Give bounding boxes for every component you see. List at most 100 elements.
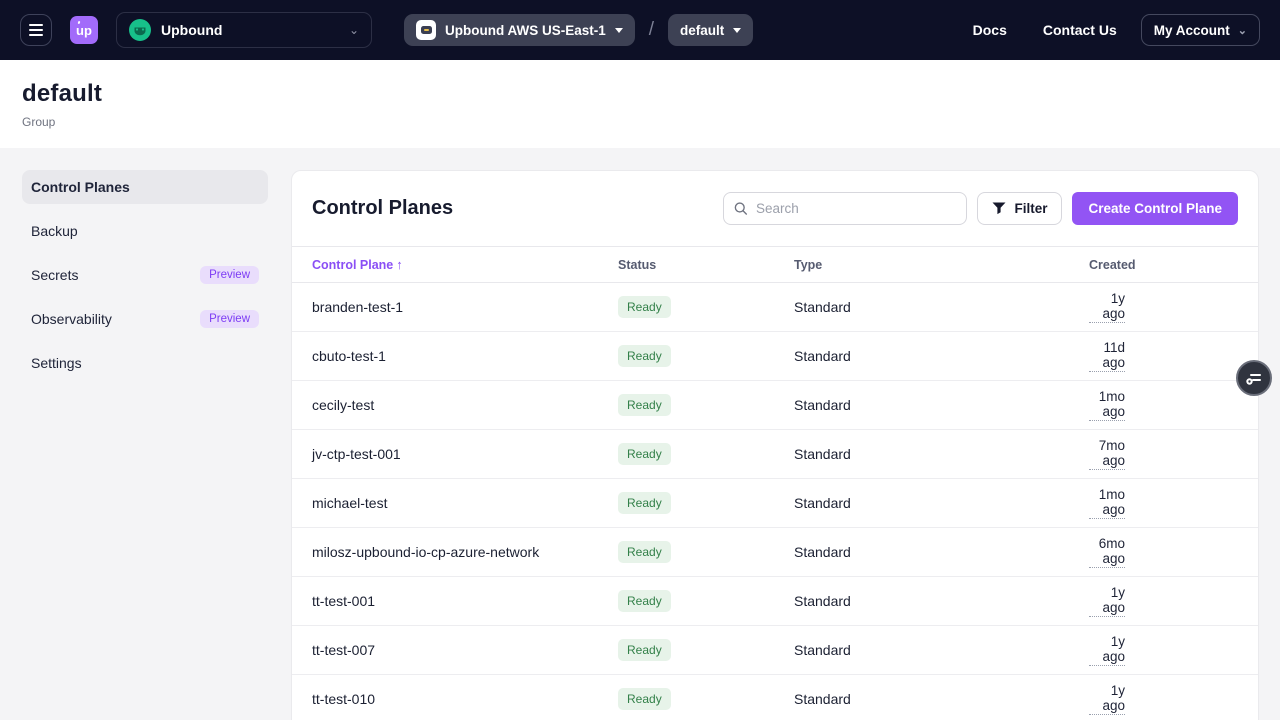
created-cell: 6mo ago (1089, 536, 1125, 568)
table-row[interactable]: branden-test-1 Ready Standard 1y ago (292, 283, 1258, 332)
column-header-created[interactable]: Created (1089, 258, 1136, 272)
created-cell: 1y ago (1089, 291, 1125, 323)
chevron-down-icon: ⌄ (1238, 24, 1247, 37)
control-plane-name: tt-test-001 (312, 593, 618, 609)
chevron-down-icon: ⌄ (349, 23, 359, 37)
control-planes-panel: Control Planes Filter Create Control Pla… (291, 170, 1259, 720)
table-row[interactable]: tt-test-001 Ready Standard 1y ago (292, 577, 1258, 626)
column-label: Control Plane (312, 258, 393, 272)
status-badge: Ready (618, 296, 671, 318)
space-icon (416, 20, 436, 40)
docs-link[interactable]: Docs (973, 22, 1007, 38)
create-control-plane-button[interactable]: Create Control Plane (1072, 192, 1238, 225)
my-account-button[interactable]: My Account ⌄ (1141, 14, 1260, 46)
search-icon (734, 201, 748, 216)
type-cell: Standard (794, 446, 1089, 462)
status-badge: Ready (618, 688, 671, 710)
filter-label: Filter (1014, 201, 1047, 216)
sidebar-item-backup[interactable]: Backup (22, 214, 268, 248)
type-cell: Standard (794, 299, 1089, 315)
table-row[interactable]: michael-test Ready Standard 1mo ago (292, 479, 1258, 528)
sidebar-item-observability[interactable]: Observability Preview (22, 302, 268, 336)
sidebar-item-label: Settings (31, 355, 82, 371)
contact-us-link[interactable]: Contact Us (1043, 22, 1117, 38)
page-subtitle: Group (22, 115, 1258, 129)
status-badge: Ready (618, 394, 671, 416)
created-cell: 11d ago (1089, 340, 1125, 372)
preview-badge: Preview (200, 310, 259, 328)
sidebar-item-settings[interactable]: Settings (22, 346, 268, 380)
status-badge: Ready (618, 590, 671, 612)
table-row[interactable]: cecily-test Ready Standard 1mo ago (292, 381, 1258, 430)
table-row[interactable]: jv-ctp-test-001 Ready Standard 7mo ago (292, 430, 1258, 479)
sidebar-item-secrets[interactable]: Secrets Preview (22, 258, 268, 292)
search-box[interactable] (723, 192, 967, 225)
control-plane-name: jv-ctp-test-001 (312, 446, 618, 462)
space-switcher-label: Upbound AWS US-East-1 (445, 23, 606, 38)
type-cell: Standard (794, 691, 1089, 707)
control-plane-name: cbuto-test-1 (312, 348, 618, 364)
page-title: default (22, 80, 1258, 108)
column-header-type[interactable]: Type (794, 258, 1089, 272)
feedback-widget-icon (1244, 368, 1264, 388)
type-cell: Standard (794, 348, 1089, 364)
type-cell: Standard (794, 544, 1089, 560)
sort-asc-icon: ↑ (396, 257, 403, 272)
table-header: Control Plane↑ Status Type Created (292, 246, 1258, 283)
navbar-links: Docs Contact Us My Account ⌄ (973, 14, 1260, 46)
caret-down-icon (615, 28, 623, 33)
caret-down-icon (733, 28, 741, 33)
type-cell: Standard (794, 593, 1089, 609)
control-plane-name: milosz-upbound-io-cp-azure-network (312, 544, 618, 560)
sidebar: Control Planes Backup Secrets Preview Ob… (0, 148, 291, 720)
sidebar-item-control-planes[interactable]: Control Planes (22, 170, 268, 204)
breadcrumb-separator: / (649, 19, 654, 41)
control-plane-name: cecily-test (312, 397, 618, 413)
space-switcher-dropdown[interactable]: Upbound AWS US-East-1 (404, 14, 635, 46)
sidebar-item-label: Backup (31, 223, 78, 239)
upbound-logo[interactable]: up (70, 16, 98, 44)
sidebar-item-label: Secrets (31, 267, 78, 283)
menu-icon[interactable] (20, 14, 52, 46)
org-switcher-dropdown[interactable]: Upbound ⌄ (116, 12, 372, 48)
filter-button[interactable]: Filter (977, 192, 1062, 225)
status-badge: Ready (618, 639, 671, 661)
control-plane-name: tt-test-010 (312, 691, 618, 707)
created-cell: 7mo ago (1089, 438, 1125, 470)
panel-actions: Filter Create Control Plane (723, 192, 1238, 225)
control-plane-name: branden-test-1 (312, 299, 618, 315)
search-input[interactable] (756, 201, 956, 216)
control-plane-name: michael-test (312, 495, 618, 511)
group-switcher-dropdown[interactable]: default (668, 14, 753, 46)
org-switcher-label: Upbound (161, 22, 222, 38)
table-row[interactable]: cbuto-test-1 Ready Standard 11d ago (292, 332, 1258, 381)
table-body: branden-test-1 Ready Standard 1y ago cbu… (292, 283, 1258, 720)
created-cell: 1y ago (1089, 585, 1125, 617)
control-plane-name: tt-test-007 (312, 642, 618, 658)
group-switcher-label: default (680, 23, 724, 38)
created-cell: 1y ago (1089, 634, 1125, 666)
my-account-label: My Account (1154, 23, 1230, 38)
created-cell: 1mo ago (1089, 389, 1125, 421)
table-row[interactable]: tt-test-007 Ready Standard 1y ago (292, 626, 1258, 675)
page-header: default Group (0, 60, 1280, 148)
sidebar-item-label: Control Planes (31, 179, 130, 195)
column-header-control-plane[interactable]: Control Plane↑ (312, 257, 618, 272)
status-badge: Ready (618, 443, 671, 465)
table-row[interactable]: milosz-upbound-io-cp-azure-network Ready… (292, 528, 1258, 577)
table-row[interactable]: tt-test-010 Ready Standard 1y ago (292, 675, 1258, 720)
status-badge: Ready (618, 345, 671, 367)
column-header-status[interactable]: Status (618, 258, 794, 272)
sidebar-item-label: Observability (31, 311, 112, 327)
feedback-widget-button[interactable] (1236, 360, 1272, 396)
panel-header: Control Planes Filter Create Control Pla… (292, 171, 1258, 246)
type-cell: Standard (794, 397, 1089, 413)
type-cell: Standard (794, 642, 1089, 658)
preview-badge: Preview (200, 266, 259, 284)
panel-title: Control Planes (312, 197, 453, 220)
org-avatar-icon (129, 19, 151, 41)
status-badge: Ready (618, 541, 671, 563)
status-badge: Ready (618, 492, 671, 514)
type-cell: Standard (794, 495, 1089, 511)
content-area: Control Planes Backup Secrets Preview Ob… (0, 148, 1280, 720)
